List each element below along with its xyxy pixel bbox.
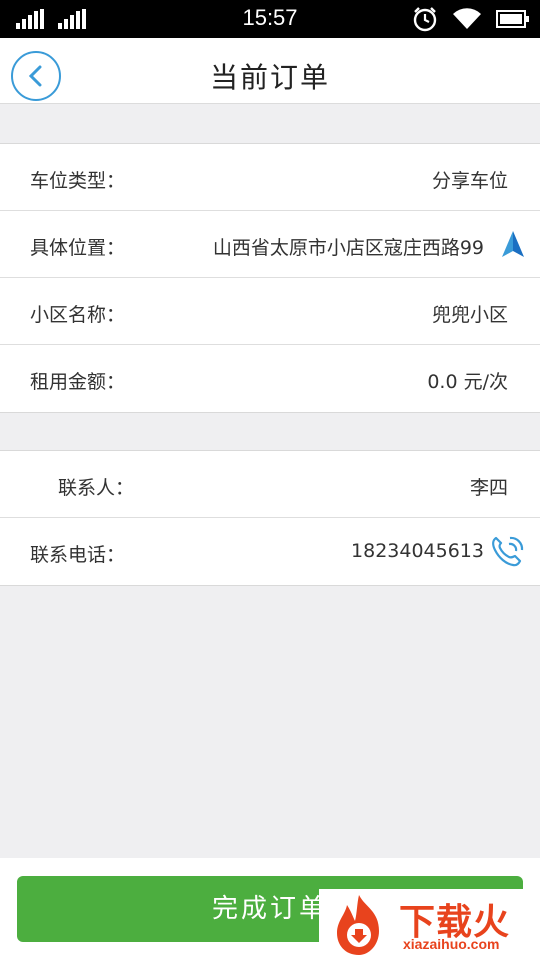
- contact-phone-value: 18234045613: [351, 540, 484, 562]
- navigation-arrow-icon[interactable]: [500, 229, 526, 259]
- parking-type-value: 分享车位: [431, 170, 508, 192]
- watermark: 下载火 xiazaihuo.com: [319, 889, 540, 960]
- contact-person-label: 联系人：: [58, 477, 135, 499]
- location-value: 山西省太原市小店区寇庄西路99: [212, 237, 484, 259]
- wifi-icon: [453, 8, 481, 30]
- flame-logo-icon: [337, 895, 379, 955]
- watermark-url: xiazaihuo.com: [403, 936, 500, 952]
- contact-phone-row[interactable]: 联系电话： 18234045613: [0, 518, 540, 585]
- phone-icon[interactable]: [490, 534, 526, 568]
- contact-person-row: 联系人： 李四: [0, 451, 540, 518]
- community-row: 小区名称： 兜兜小区: [0, 278, 540, 345]
- status-bar: 15:57: [0, 0, 540, 38]
- alarm-icon: [413, 7, 437, 32]
- battery-icon: [496, 10, 529, 28]
- order-info-section: 车位类型： 分享车位 具体位置： 山西省太原市小店区寇庄西路99 小区名称： 兜…: [0, 143, 540, 413]
- nav-bar: 当前订单: [0, 38, 540, 104]
- community-label: 小区名称：: [30, 304, 126, 326]
- location-label: 具体位置：: [30, 237, 126, 259]
- community-value: 兜兜小区: [431, 304, 508, 326]
- page-title: 当前订单: [209, 61, 330, 94]
- parking-type-label: 车位类型：: [30, 170, 126, 192]
- contact-phone-label: 联系电话：: [30, 544, 126, 566]
- rent-amount-value: 0.0 元/次: [427, 371, 508, 393]
- location-row[interactable]: 具体位置： 山西省太原市小店区寇庄西路99: [0, 211, 540, 278]
- contact-info-section: 联系人： 李四 联系电话： 18234045613: [0, 450, 540, 586]
- rent-amount-label: 租用金额：: [30, 371, 126, 393]
- rent-amount-row: 租用金额： 0.0 元/次: [0, 345, 540, 412]
- parking-type-row: 车位类型： 分享车位: [0, 144, 540, 211]
- contact-person-value: 李四: [469, 477, 508, 499]
